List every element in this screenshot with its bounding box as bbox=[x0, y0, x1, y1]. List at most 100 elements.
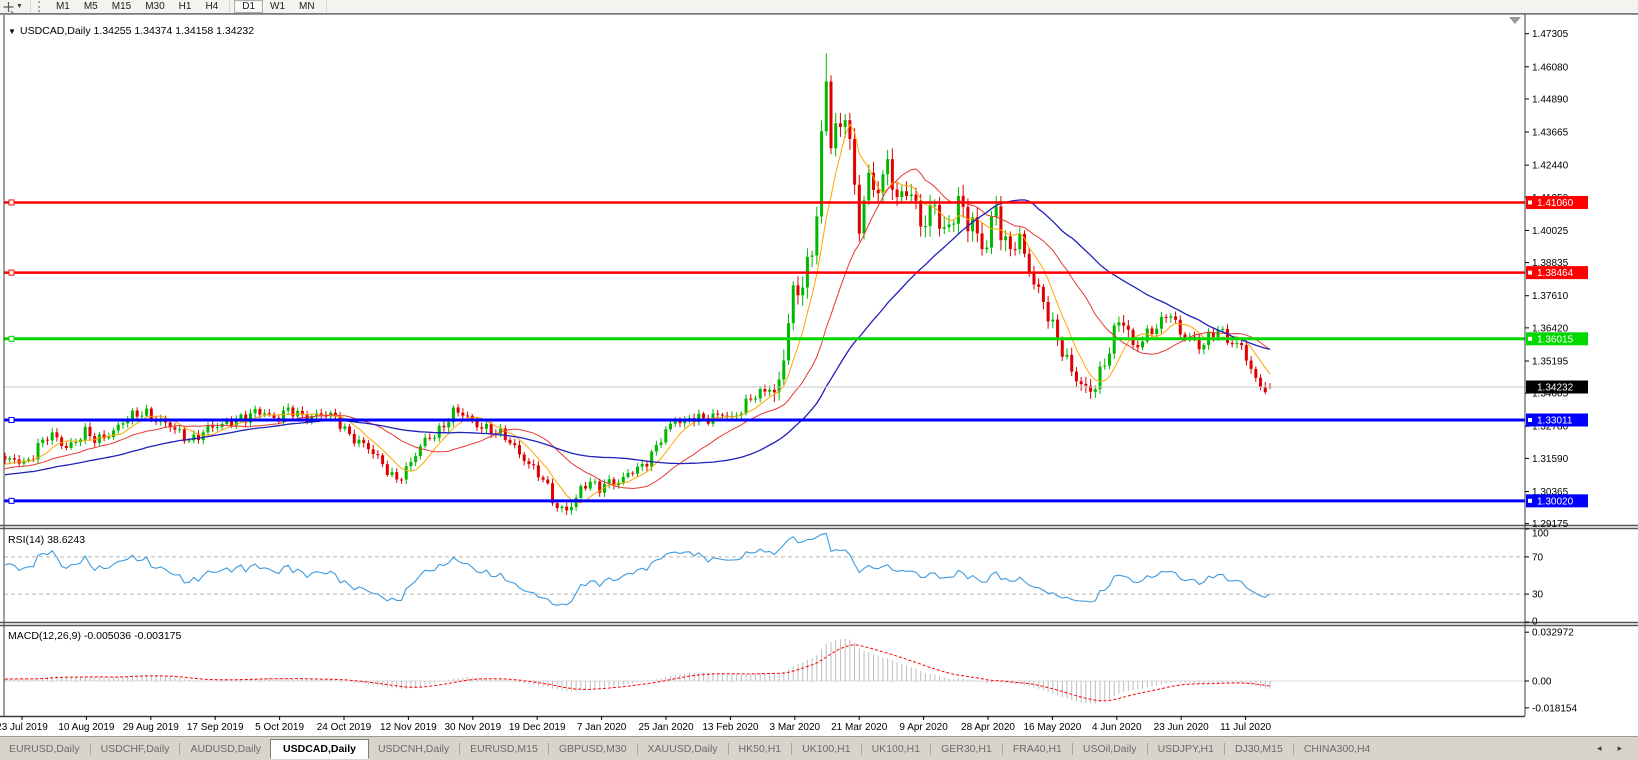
tab-scroll-arrows: ◂ ▸ bbox=[1597, 743, 1638, 754]
chart-shift-marker-icon[interactable] bbox=[1509, 17, 1521, 24]
tab-separator bbox=[89, 742, 91, 755]
tab-audusd-daily[interactable]: AUDUSD,Daily bbox=[181, 740, 270, 758]
tab-uk100-h1[interactable]: UK100,H1 bbox=[863, 740, 929, 758]
svg-text:1.38464: 1.38464 bbox=[1537, 268, 1574, 279]
tab-ger30-h1[interactable]: GER30,H1 bbox=[932, 740, 1001, 758]
svg-text:1.37610: 1.37610 bbox=[1532, 291, 1569, 302]
timeframe-toolbar: ▼ M1 M5 M15 M30 H1 H4 D1 W1 MN bbox=[0, 0, 1638, 14]
tab-separator bbox=[860, 742, 862, 755]
tab-china300-h4[interactable]: CHINA300,H4 bbox=[1295, 740, 1380, 758]
tab-uk100-h1[interactable]: UK100,H1 bbox=[793, 740, 859, 758]
tab-separator bbox=[1146, 742, 1148, 755]
line-drag-handle[interactable] bbox=[8, 199, 15, 206]
axis-label-1.30020: 1.30020 bbox=[1526, 494, 1588, 508]
tab-fra40-h1[interactable]: FRA40,H1 bbox=[1004, 740, 1071, 758]
svg-text:29 Aug 2019: 29 Aug 2019 bbox=[123, 722, 180, 733]
tab-usdcnh-daily[interactable]: USDCNH,Daily bbox=[369, 740, 458, 758]
crosshair-cursor-icon[interactable] bbox=[2, 0, 15, 14]
tab-xauusd-daily[interactable]: XAUUSD,Daily bbox=[639, 740, 727, 758]
svg-text:1.34232: 1.34232 bbox=[1537, 383, 1574, 394]
svg-text:11 Jul 2020: 11 Jul 2020 bbox=[1220, 722, 1271, 733]
tab-eurusd-daily[interactable]: EURUSD,Daily bbox=[0, 740, 89, 758]
svg-text:10 Aug 2019: 10 Aug 2019 bbox=[58, 722, 115, 733]
svg-text:25 Jan 2020: 25 Jan 2020 bbox=[638, 722, 693, 733]
axis-label-1.41060: 1.41060 bbox=[1526, 195, 1588, 209]
svg-text:23 Jun 2020: 23 Jun 2020 bbox=[1154, 722, 1209, 733]
timeframe-button-H1[interactable]: H1 bbox=[172, 0, 199, 13]
axis-label-1.38464: 1.38464 bbox=[1526, 266, 1588, 280]
svg-text:30 Nov 2019: 30 Nov 2019 bbox=[444, 722, 501, 733]
svg-text:▼: ▼ bbox=[8, 27, 16, 36]
timeframe-button-MN[interactable]: MN bbox=[292, 0, 322, 13]
svg-text:100: 100 bbox=[1532, 529, 1549, 540]
timeframe-button-M30[interactable]: M30 bbox=[138, 0, 171, 13]
ma-line-fast bbox=[4, 123, 1271, 504]
tab-separator bbox=[636, 742, 638, 755]
toolbar-separator bbox=[29, 1, 31, 12]
axis-label-1.36015: 1.36015 bbox=[1526, 332, 1588, 346]
svg-text:0.00: 0.00 bbox=[1532, 677, 1552, 688]
svg-text:1.30020: 1.30020 bbox=[1537, 496, 1574, 507]
tab-separator bbox=[930, 742, 932, 755]
tab-usdchf-daily[interactable]: USDCHF,Daily bbox=[92, 740, 179, 758]
svg-text:9 Apr 2020: 9 Apr 2020 bbox=[899, 722, 948, 733]
svg-text:12 Nov 2019: 12 Nov 2019 bbox=[380, 722, 437, 733]
tab-dj30-m15[interactable]: DJ30,M15 bbox=[1226, 740, 1292, 758]
timeframe-button-M15[interactable]: M15 bbox=[105, 0, 138, 13]
svg-text:7 Jan 2020: 7 Jan 2020 bbox=[577, 722, 627, 733]
tab-gbpusd-m30[interactable]: GBPUSD,M30 bbox=[550, 740, 636, 758]
tab-separator bbox=[547, 742, 549, 755]
svg-text:28 Apr 2020: 28 Apr 2020 bbox=[961, 722, 1015, 733]
price-level-line-1.41060[interactable] bbox=[4, 199, 1525, 206]
tab-usoil-daily[interactable]: USOil,Daily bbox=[1074, 740, 1146, 758]
tab-usdcad-daily[interactable]: USDCAD,Daily bbox=[270, 738, 369, 759]
rsi-label: RSI(14) 38.6243 bbox=[8, 534, 85, 546]
price-level-line-1.38464[interactable] bbox=[4, 269, 1525, 276]
chart-title-ohlc: USDCAD,Daily 1.34255 1.34374 1.34158 1.3… bbox=[20, 25, 254, 37]
svg-text:1.41060: 1.41060 bbox=[1537, 198, 1574, 209]
svg-text:1.40025: 1.40025 bbox=[1532, 226, 1569, 237]
svg-text:24 Oct 2019: 24 Oct 2019 bbox=[317, 722, 372, 733]
timeframe-button-W1[interactable]: W1 bbox=[263, 0, 292, 13]
ma-line-mid bbox=[4, 168, 1271, 490]
svg-text:1.42440: 1.42440 bbox=[1532, 161, 1569, 172]
svg-text:1.47305: 1.47305 bbox=[1532, 29, 1569, 40]
line-drag-handle[interactable] bbox=[8, 335, 15, 342]
tab-separator bbox=[1292, 742, 1294, 755]
svg-text:1.31590: 1.31590 bbox=[1532, 454, 1569, 465]
svg-text:1.33011: 1.33011 bbox=[1537, 416, 1573, 427]
timeframe-button-M5[interactable]: M5 bbox=[77, 0, 105, 13]
time-axis: 23 Jul 2019 10 Aug 2019 29 Aug 2019 17 Sep … bbox=[0, 716, 1272, 733]
line-drag-handle[interactable] bbox=[8, 269, 15, 276]
tab-scroll-right-icon[interactable]: ▸ bbox=[1617, 743, 1622, 754]
current-price-axis-label: 1.34232 bbox=[1526, 380, 1588, 394]
price-level-line-1.36015[interactable] bbox=[4, 335, 1525, 342]
chart-canvas[interactable]: 1.473051.460801.448901.436651.424401.412… bbox=[0, 14, 1638, 736]
line-drag-handle[interactable] bbox=[8, 417, 15, 423]
svg-text:13 Feb 2020: 13 Feb 2020 bbox=[702, 722, 759, 733]
timeframe-button-M1[interactable]: M1 bbox=[49, 0, 77, 13]
svg-text:0.032972: 0.032972 bbox=[1532, 628, 1574, 639]
price-level-line-1.30020[interactable] bbox=[4, 497, 1525, 504]
timeframe-button-H4[interactable]: H4 bbox=[198, 0, 225, 13]
toolbar-grip-handle[interactable] bbox=[37, 1, 43, 12]
svg-text:3 Mar 2020: 3 Mar 2020 bbox=[770, 722, 821, 733]
macd-pane bbox=[4, 638, 1525, 704]
svg-text:1.35195: 1.35195 bbox=[1532, 356, 1569, 367]
timeframe-buttons: M1 M5 M15 M30 H1 H4 D1 W1 MN bbox=[49, 0, 331, 13]
macd-histogram bbox=[4, 638, 1271, 704]
tab-separator bbox=[179, 742, 181, 755]
timeframe-button-D1[interactable]: D1 bbox=[234, 0, 264, 13]
macd-signal-line bbox=[4, 644, 1271, 702]
chevron-down-icon[interactable]: ▼ bbox=[16, 3, 23, 10]
tab-usdjpy-h1[interactable]: USDJPY,H1 bbox=[1149, 740, 1223, 758]
tab-scroll-left-icon[interactable]: ◂ bbox=[1597, 743, 1602, 754]
tab-hk50-h1[interactable]: HK50,H1 bbox=[730, 740, 791, 758]
svg-text:4 Jun 2020: 4 Jun 2020 bbox=[1092, 722, 1142, 733]
line-drag-handle[interactable] bbox=[8, 497, 15, 504]
tab-eurusd-m15[interactable]: EURUSD,M15 bbox=[461, 740, 547, 758]
symbol-tab-bar: EURUSD,Daily USDCHF,Daily AUDUSD,Daily USDC… bbox=[0, 736, 1638, 760]
macd-label: MACD(12,26,9) -0.005036 -0.003175 bbox=[8, 630, 182, 642]
pane-labels: ▼ USDCAD,Daily 1.34255 1.34374 1.34158 1.… bbox=[8, 25, 254, 642]
svg-text:1.44890: 1.44890 bbox=[1532, 94, 1569, 105]
